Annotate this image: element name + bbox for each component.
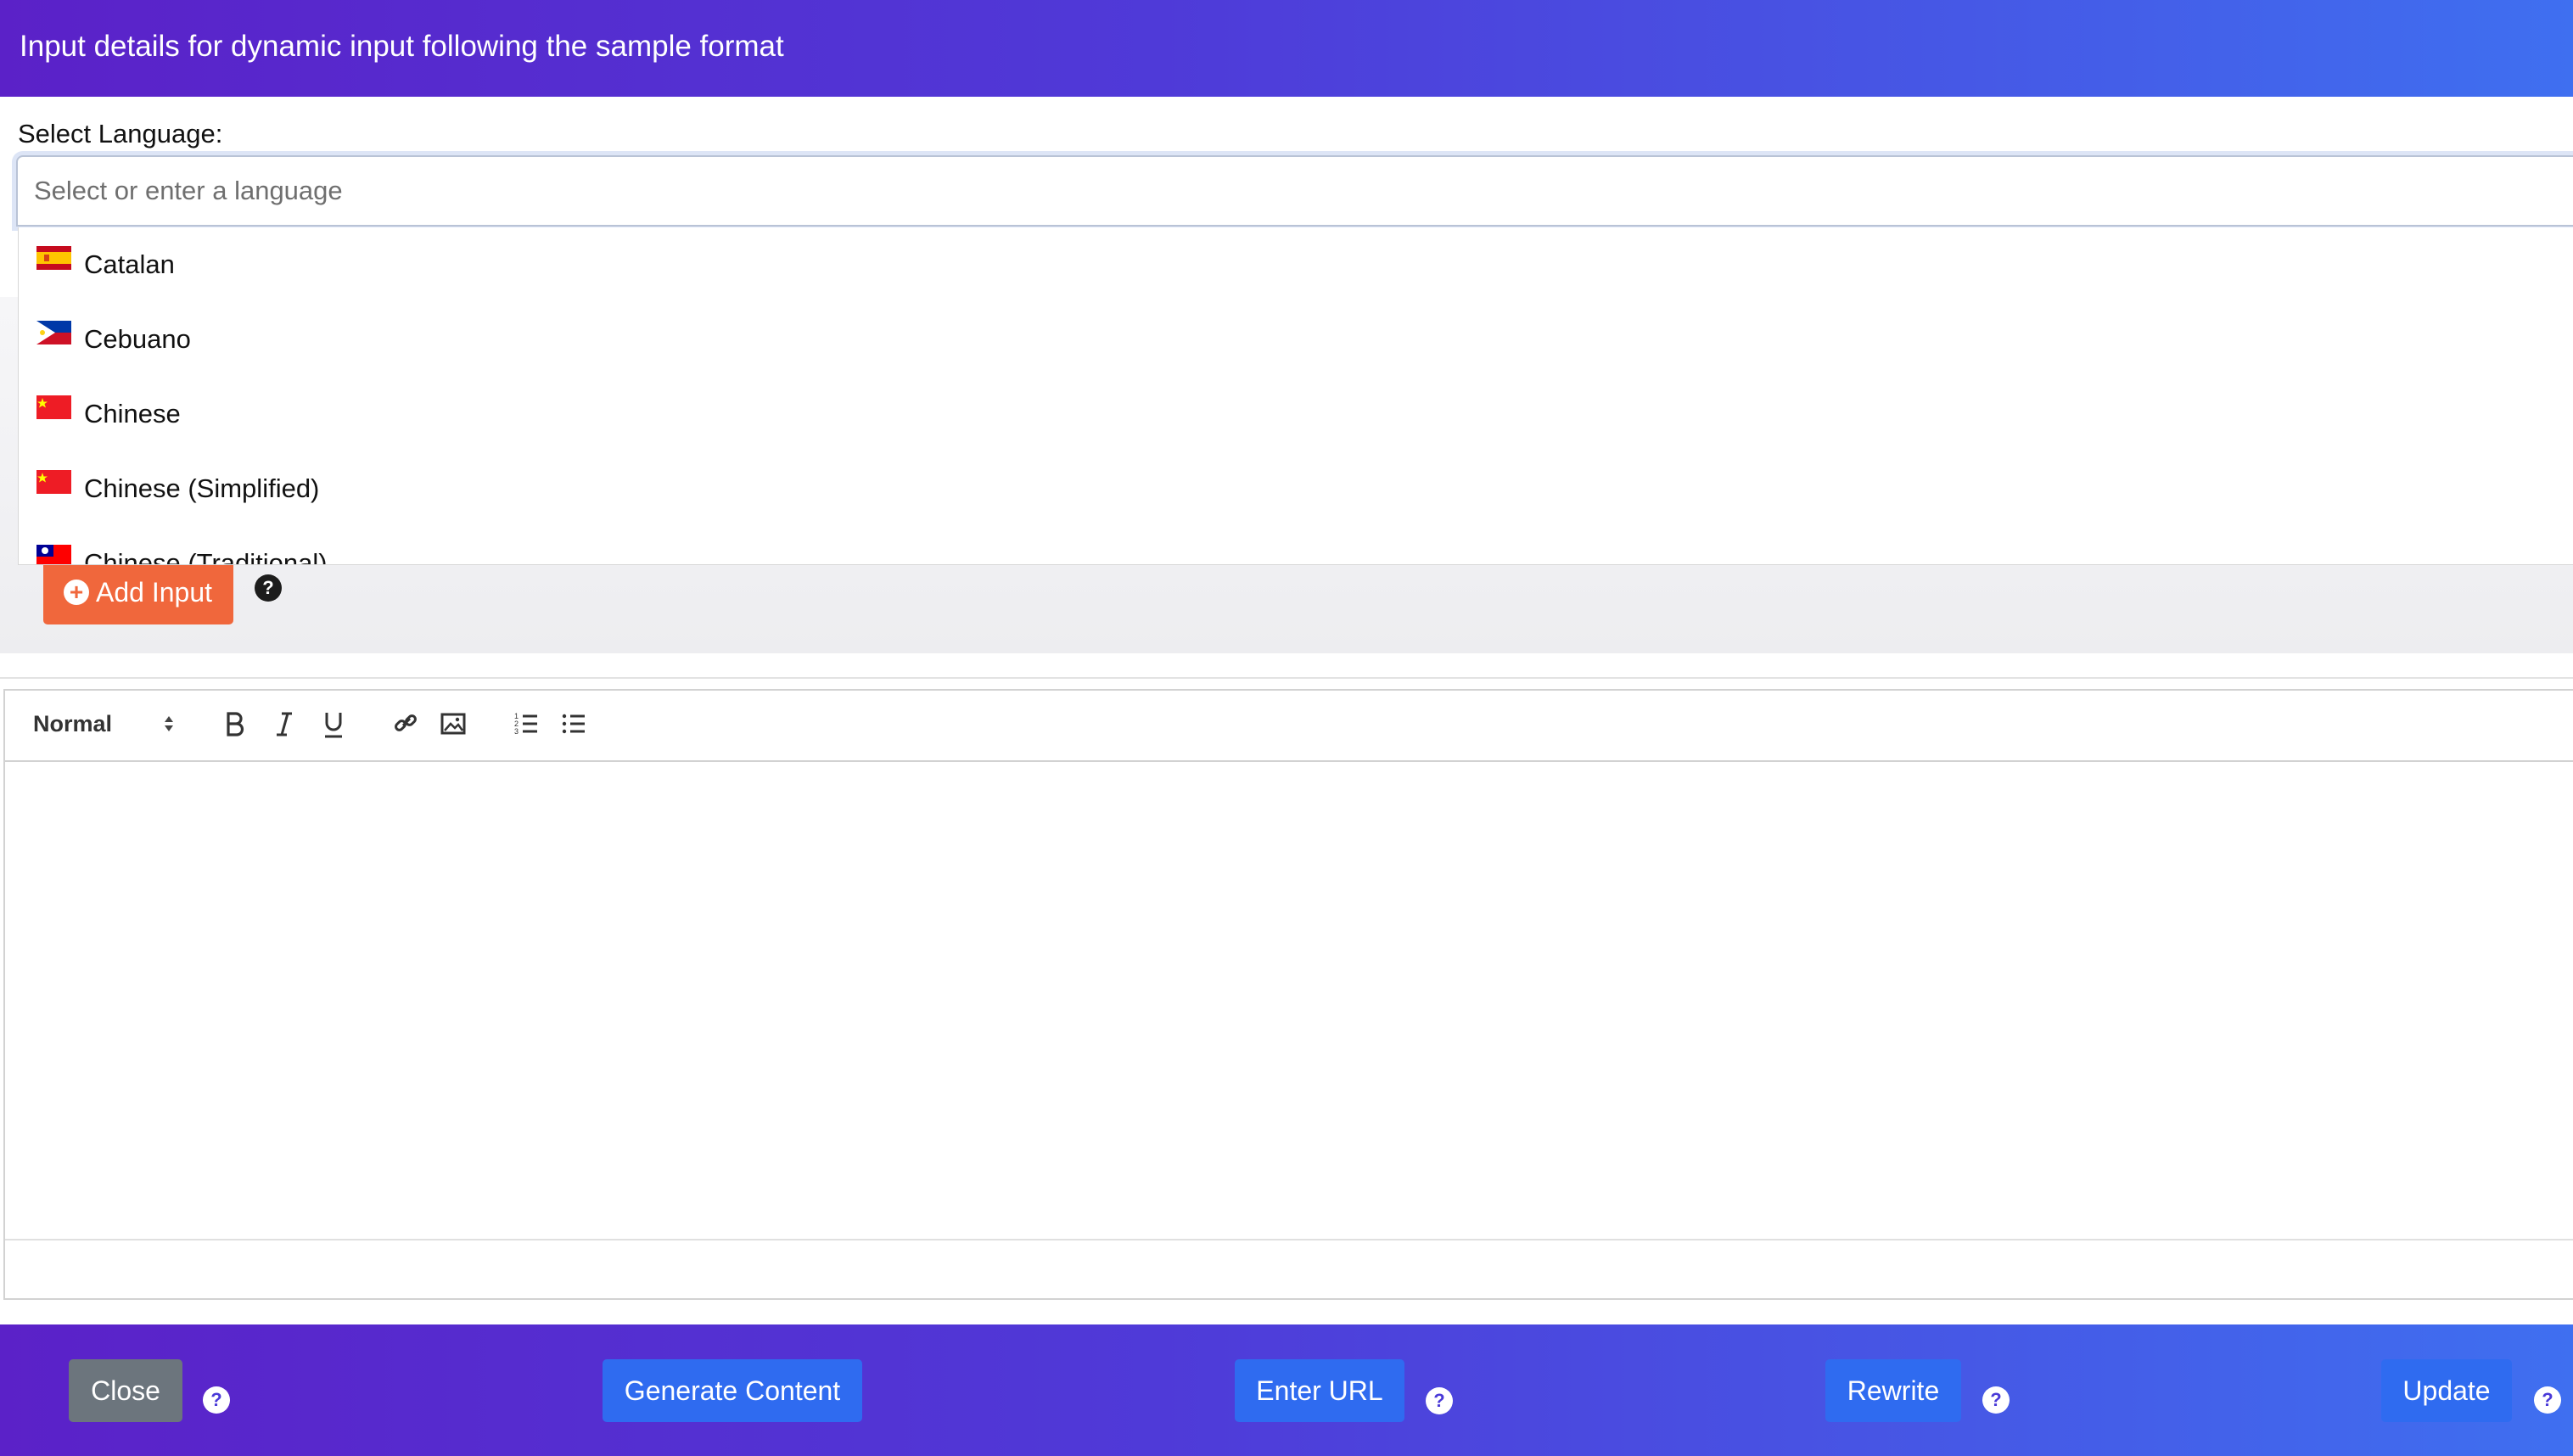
language-option[interactable]: Chinese: [19, 377, 2573, 451]
bold-icon[interactable]: [222, 709, 248, 738]
modal-title: Input details for dynamic input followin…: [20, 30, 784, 63]
help-icon[interactable]: ?: [2534, 1386, 2561, 1414]
italic-icon[interactable]: [272, 709, 297, 738]
page: Input details for dynamic input followin…: [0, 0, 2573, 1456]
editor-footer-divider: [5, 1239, 2573, 1240]
add-input-button[interactable]: + Add Input: [43, 560, 233, 624]
divider: [0, 677, 2573, 679]
plus-circle-icon: +: [64, 580, 89, 605]
modal-footer: Close ? Generate Content Enter URL ? Rew…: [0, 1324, 2573, 1456]
underline-icon[interactable]: [321, 709, 346, 740]
ordered-list-icon[interactable]: 1 2 3: [513, 709, 540, 738]
language-option[interactable]: Chinese (Simplified): [19, 451, 2573, 526]
language-option[interactable]: Cebuano: [19, 302, 2573, 377]
language-dropdown: Catalan Cebuano Chinese Chinese (Simplif…: [18, 227, 2573, 565]
help-icon[interactable]: ?: [1426, 1387, 1453, 1414]
ph-flag-icon: [36, 321, 71, 344]
link-icon[interactable]: [392, 709, 419, 738]
rewrite-button[interactable]: Rewrite: [1825, 1359, 1961, 1422]
help-icon[interactable]: ?: [1982, 1386, 2010, 1414]
help-icon[interactable]: ?: [203, 1386, 230, 1414]
bullet-list-icon[interactable]: [560, 709, 587, 738]
modal-header: Input details for dynamic input followin…: [0, 0, 2573, 97]
image-icon[interactable]: [440, 709, 467, 738]
update-button[interactable]: Update: [2381, 1359, 2512, 1422]
help-icon[interactable]: ?: [255, 574, 282, 602]
editor-content-area[interactable]: [5, 764, 2573, 1239]
language-label: Select Language:: [18, 119, 223, 148]
select-arrows-icon: [165, 716, 173, 731]
enter-url-button[interactable]: Enter URL: [1235, 1359, 1404, 1422]
tw-flag-icon: [36, 545, 71, 564]
language-option[interactable]: Catalan: [19, 227, 2573, 302]
cn-flag-icon: [36, 470, 71, 494]
cn-flag-icon: [36, 395, 71, 419]
language-option[interactable]: Chinese (Traditional): [19, 526, 2573, 564]
es-catalan-flag-icon: [36, 246, 71, 270]
format-select[interactable]: Normal: [33, 711, 112, 737]
generate-content-button[interactable]: Generate Content: [603, 1359, 862, 1422]
language-input[interactable]: [16, 155, 2573, 227]
svg-text:3: 3: [514, 727, 519, 736]
close-button[interactable]: Close: [69, 1359, 182, 1422]
rich-text-editor: Normal 1 2 3: [3, 689, 2573, 1300]
editor-toolbar: Normal 1 2 3: [5, 691, 2573, 762]
